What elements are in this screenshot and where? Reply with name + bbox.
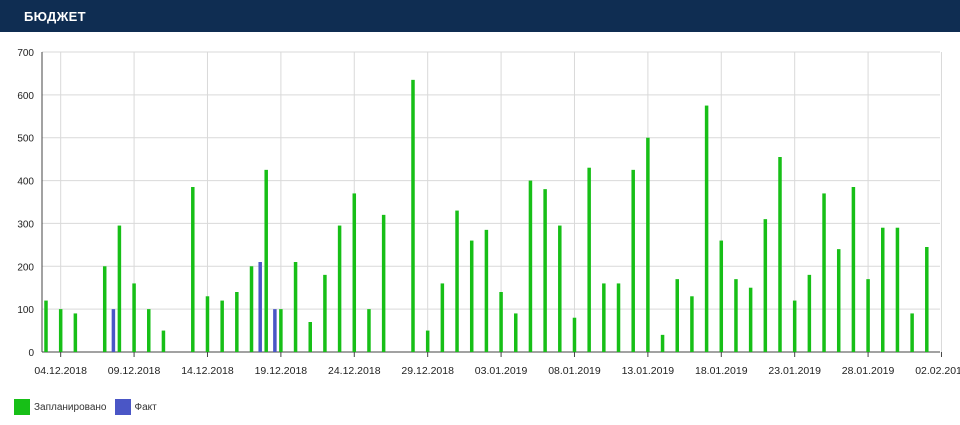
bar-planned bbox=[352, 193, 357, 352]
bar-planned bbox=[264, 169, 268, 352]
bar-planned bbox=[499, 292, 503, 352]
bar-planned bbox=[220, 300, 224, 352]
chart-legend: Запланировано Факт bbox=[14, 399, 165, 415]
x-tick-label: 14.12.2018 bbox=[181, 365, 234, 377]
x-tick-label: 04.12.2018 bbox=[34, 365, 87, 377]
legend-item-planned[interactable]: Запланировано bbox=[14, 399, 107, 415]
bar-planned bbox=[881, 227, 885, 352]
bar-planned bbox=[411, 79, 415, 352]
page-title: БЮДЖЕТ bbox=[24, 9, 86, 24]
bar-actual bbox=[273, 309, 277, 352]
legend-label-planned: Запланировано bbox=[34, 401, 107, 413]
bar-planned bbox=[293, 262, 298, 352]
bar-planned bbox=[587, 167, 591, 352]
bar-planned bbox=[205, 296, 210, 352]
bar-planned bbox=[323, 274, 327, 352]
bar-planned bbox=[455, 210, 459, 352]
bar-planned bbox=[58, 309, 63, 352]
bar-planned bbox=[102, 266, 107, 352]
y-tick-label: 300 bbox=[17, 219, 34, 230]
bar-planned bbox=[132, 283, 136, 352]
bar-planned bbox=[734, 279, 738, 352]
bar-planned bbox=[558, 225, 562, 352]
bar-planned bbox=[602, 283, 606, 352]
bar-planned bbox=[616, 283, 621, 352]
bar-planned bbox=[528, 180, 533, 352]
bar-planned bbox=[822, 193, 826, 352]
bar-planned bbox=[748, 287, 753, 352]
bar-planned bbox=[235, 292, 239, 352]
y-tick-label: 200 bbox=[17, 262, 34, 273]
bar-planned bbox=[910, 313, 914, 352]
y-tick-label: 400 bbox=[17, 177, 34, 188]
bar-planned bbox=[337, 225, 342, 352]
bar-actual bbox=[258, 262, 262, 352]
header-bar: БЮДЖЕТ bbox=[0, 0, 960, 32]
x-tick-label: 13.01.2019 bbox=[622, 365, 675, 377]
bar-planned bbox=[866, 279, 870, 352]
bar-planned bbox=[675, 279, 679, 352]
bar-planned bbox=[778, 157, 782, 352]
bar-planned bbox=[381, 214, 386, 352]
bar-planned bbox=[367, 309, 371, 352]
bar-planned bbox=[425, 330, 430, 352]
bar-actual bbox=[111, 309, 116, 352]
bar-planned bbox=[308, 322, 312, 352]
bar-planned bbox=[73, 313, 78, 352]
y-tick-label: 700 bbox=[17, 48, 34, 59]
budget-bar-chart: 0 100 200 300 400 500 600 700 04.12.2018 09.12.20… bbox=[17, 48, 960, 377]
x-tick-label: 29.12.2018 bbox=[401, 365, 454, 377]
bar-planned bbox=[925, 247, 929, 352]
bar-planned bbox=[469, 240, 474, 352]
bar-planned bbox=[440, 283, 445, 352]
x-tick-label: 28.01.2019 bbox=[842, 365, 895, 377]
bar-planned bbox=[719, 240, 724, 352]
bar-planned bbox=[514, 313, 518, 352]
legend-item-actual[interactable]: Факт bbox=[114, 399, 157, 415]
bar-planned bbox=[836, 249, 841, 352]
bar-planned bbox=[44, 300, 48, 352]
bar-planned bbox=[807, 274, 812, 352]
x-tick-label: 23.01.2019 bbox=[768, 365, 821, 377]
y-tick-label: 100 bbox=[17, 305, 34, 316]
x-tick-label: 09.12.2018 bbox=[108, 365, 161, 377]
bar-planned bbox=[249, 266, 254, 352]
bar-planned bbox=[792, 300, 797, 352]
legend-swatch-actual bbox=[114, 399, 131, 415]
bar-planned bbox=[646, 137, 650, 352]
legend-swatch-planned bbox=[14, 399, 30, 415]
x-tick-label: 02.02.2019 bbox=[915, 365, 960, 377]
bar-planned bbox=[147, 309, 151, 352]
x-tick-label: 24.12.2018 bbox=[328, 365, 381, 377]
legend-label-actual: Факт bbox=[134, 401, 157, 413]
bar-planned bbox=[690, 296, 694, 352]
y-tick-label: 600 bbox=[17, 91, 34, 102]
bar-planned bbox=[851, 187, 856, 352]
bar-planned bbox=[484, 229, 489, 352]
x-tick-label: 18.01.2019 bbox=[695, 365, 748, 377]
y-tick-label: 500 bbox=[17, 134, 34, 145]
x-tick-label: 19.12.2018 bbox=[255, 365, 308, 377]
x-tick-label: 03.01.2019 bbox=[475, 365, 528, 377]
bar-planned bbox=[895, 227, 900, 352]
bar-planned bbox=[161, 330, 166, 352]
bar-planned bbox=[279, 309, 283, 352]
bar-planned bbox=[631, 169, 635, 352]
x-tick-label: 08.01.2019 bbox=[548, 365, 601, 377]
bar-planned bbox=[191, 187, 195, 352]
bar-planned bbox=[572, 317, 577, 352]
bar-planned bbox=[117, 225, 122, 352]
bar-planned bbox=[763, 219, 768, 352]
bar-planned bbox=[660, 334, 665, 352]
bar-planned bbox=[704, 105, 709, 352]
y-tick-label: 0 bbox=[28, 348, 34, 359]
bar-planned bbox=[543, 189, 547, 352]
